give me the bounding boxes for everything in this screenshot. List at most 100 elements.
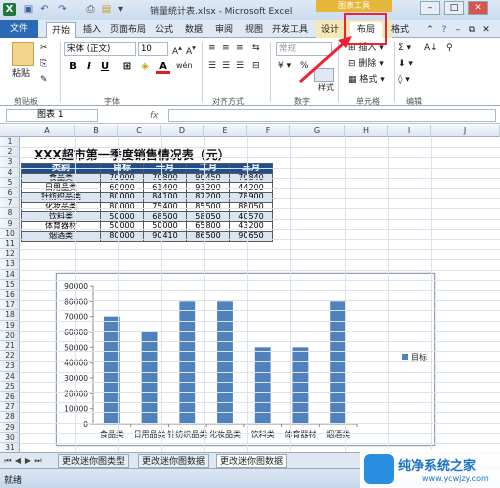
clear-icon[interactable]: ◊ ▾ <box>398 74 410 86</box>
row-header-17[interactable]: 17 <box>0 300 20 311</box>
row-header-15[interactable]: 15 <box>0 280 20 290</box>
row-header-18[interactable]: 18 <box>0 310 20 321</box>
font-size-select[interactable]: 10 <box>138 42 168 56</box>
table-cell[interactable]: 43200 <box>229 221 273 232</box>
row-header-19[interactable]: 19 <box>0 321 20 331</box>
row-header-16[interactable]: 16 <box>0 290 20 301</box>
column-header-B[interactable]: B <box>75 125 118 137</box>
row-header-24[interactable]: 24 <box>0 372 20 382</box>
sheet-tab-change-type[interactable]: 更改迷你图类型 <box>58 454 130 468</box>
window-restore-icon[interactable]: ⧉ <box>466 22 478 38</box>
table-cell[interactable]: 88050 <box>229 201 273 213</box>
column-header-F[interactable]: F <box>247 125 290 137</box>
tab-developer[interactable]: 开发工具 <box>270 22 310 38</box>
row-header-9[interactable]: 9 <box>0 219 20 229</box>
row-header-20[interactable]: 20 <box>0 331 20 341</box>
close-button[interactable]: ✕ <box>468 1 488 15</box>
bold-button[interactable]: B <box>66 60 80 74</box>
row-header-29[interactable]: 29 <box>0 423 20 433</box>
column-header-A[interactable]: A <box>20 125 75 137</box>
sheet-tab-change-data-2[interactable]: 更改迷你图数据 <box>216 454 288 468</box>
tab-home[interactable]: 开始 <box>46 22 76 38</box>
column-header-H[interactable]: H <box>345 125 388 137</box>
format-cells-button[interactable]: ▦ 格式 ▾ <box>348 74 385 86</box>
table-cell[interactable]: 体育器材 <box>21 221 101 232</box>
minimize-button[interactable]: – <box>420 1 440 15</box>
table-cell[interactable]: 50000 <box>100 211 144 223</box>
row-header-4[interactable]: 4 <box>0 168 20 178</box>
table-cell[interactable]: 50000 <box>100 221 144 232</box>
row-header-31[interactable]: 31 <box>0 443 20 452</box>
row-header-25[interactable]: 25 <box>0 382 20 392</box>
font-name-select[interactable]: 宋体 (正文) <box>64 42 136 56</box>
tab-page-layout[interactable]: 页面布局 <box>108 22 148 38</box>
row-header-13[interactable]: 13 <box>0 259 20 270</box>
window-minimize-icon[interactable]: – <box>452 22 464 38</box>
top-align-icon[interactable]: ≡ <box>208 42 216 54</box>
italic-button[interactable]: I <box>82 60 96 74</box>
window-close-icon[interactable]: ✕ <box>480 22 492 38</box>
customize-quick-access-icon[interactable]: ▾ <box>114 3 127 16</box>
row-header-8[interactable]: 8 <box>0 208 20 219</box>
tab-insert[interactable]: 插入 <box>80 22 104 38</box>
styles-button[interactable]: 样式 <box>318 82 334 94</box>
minimize-ribbon-icon[interactable]: ⌃ <box>424 22 436 38</box>
fill-icon[interactable]: ⬇ ▾ <box>398 58 413 70</box>
fill-color-icon[interactable]: ◈ <box>138 60 152 74</box>
cut-icon[interactable]: ✂ <box>40 42 48 54</box>
sort-filter-icon[interactable]: A↓ <box>424 42 438 54</box>
align-center-icon[interactable]: ☰ <box>222 60 230 72</box>
column-header-I[interactable]: I <box>388 125 431 137</box>
table-cell[interactable]: 58050 <box>186 211 230 223</box>
row-header-6[interactable]: 6 <box>0 188 20 199</box>
middle-align-icon[interactable]: ≡ <box>222 42 230 54</box>
borders-icon[interactable]: ⊞ <box>120 60 134 74</box>
row-header-14[interactable]: 14 <box>0 270 20 280</box>
first-sheet-icon[interactable]: ⏮ <box>4 456 12 466</box>
phonetic-button[interactable]: wén <box>176 60 193 72</box>
table-cell[interactable]: 饮料类 <box>21 211 101 223</box>
row-header-1[interactable]: 1 <box>0 137 20 148</box>
prev-sheet-icon[interactable]: ◀ <box>14 456 22 466</box>
undo-icon[interactable]: ↶ <box>38 3 51 16</box>
tab-review[interactable]: 审阅 <box>212 22 236 38</box>
sheet-tab-change-data[interactable]: 更改迷你图数据 <box>138 454 210 468</box>
tab-file[interactable]: 文件 <box>0 20 38 38</box>
save-icon[interactable]: ▣ <box>22 3 35 16</box>
formula-input[interactable] <box>168 109 496 122</box>
grow-font-icon[interactable]: A▴ <box>172 42 182 58</box>
row-header-7[interactable]: 7 <box>0 198 20 209</box>
bottom-align-icon[interactable]: ≡ <box>236 42 244 54</box>
redo-icon[interactable]: ↷ <box>56 3 69 16</box>
delete-cells-button[interactable]: ⊟ 删除 ▾ <box>348 58 384 70</box>
row-header-2[interactable]: 2 <box>0 147 20 158</box>
last-sheet-icon[interactable]: ⏭ <box>34 456 42 466</box>
autosum-icon[interactable]: Σ ▾ <box>398 42 411 54</box>
tab-format[interactable]: 格式 <box>388 22 412 38</box>
chart[interactable]: 0 10000 20000 30000 40000 50000 60000 70000 8000… <box>56 273 435 446</box>
fx-icon[interactable]: fx <box>150 110 159 122</box>
row-header-11[interactable]: 11 <box>0 239 20 250</box>
row-header-12[interactable]: 12 <box>0 249 20 260</box>
table-cell[interactable]: 50000 <box>143 221 187 232</box>
open-icon[interactable]: ▤ <box>100 3 113 16</box>
align-right-icon[interactable]: ☰ <box>236 60 244 72</box>
shrink-font-icon[interactable]: A▾ <box>186 42 196 58</box>
tab-view[interactable]: 视图 <box>242 22 266 38</box>
table-cell[interactable]: 化妆品类 <box>21 201 101 213</box>
currency-icon[interactable]: ¥ ▾ <box>278 60 291 72</box>
paste-button[interactable]: 粘贴 <box>12 68 30 80</box>
align-left-icon[interactable]: ☰ <box>208 60 216 72</box>
font-color-button[interactable]: A <box>156 60 170 74</box>
table-cell[interactable]: 75400 <box>143 201 187 213</box>
format-painter-icon[interactable]: ✎ <box>40 74 48 86</box>
name-box[interactable]: 图表 1 <box>6 109 98 122</box>
table-cell[interactable]: 40570 <box>229 211 273 223</box>
paste-icon[interactable] <box>12 42 34 66</box>
percent-icon[interactable]: % <box>300 60 309 72</box>
row-header-5[interactable]: 5 <box>0 178 20 188</box>
row-header-10[interactable]: 10 <box>0 229 20 239</box>
sheet-title-cell[interactable]: XXX超市第一季度销售情况表（元） <box>34 146 230 163</box>
column-header-E[interactable]: E <box>204 125 247 137</box>
underline-button[interactable]: U <box>98 60 112 74</box>
